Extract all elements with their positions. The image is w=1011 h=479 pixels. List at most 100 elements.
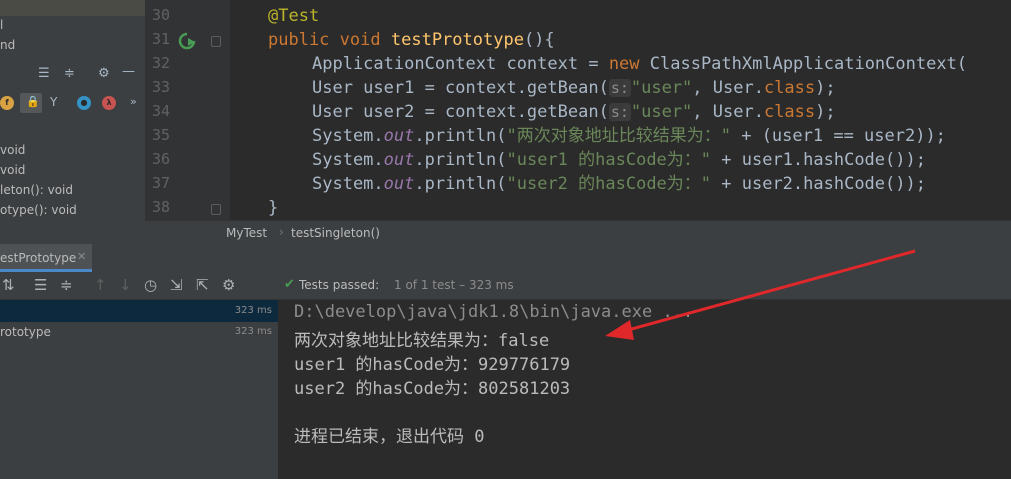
code-token: + user2.hashCode()); — [711, 174, 926, 194]
check-icon: ✔ — [284, 277, 295, 292]
next-failed-icon[interactable]: ↓ — [119, 276, 132, 294]
method-name: testPrototype — [390, 30, 524, 50]
test-duration: 323 ms — [234, 326, 272, 337]
line-number: 36 — [151, 150, 170, 168]
string-token: "user2 的hasCode为：" — [506, 174, 712, 194]
breadcrumb-class[interactable]: MyTest — [226, 226, 267, 240]
code-token: } — [268, 198, 279, 218]
structure-header-band — [0, 0, 145, 16]
test-results-tree: 323 ms rototype 323 ms — [0, 300, 279, 479]
more-icon[interactable]: » — [130, 95, 137, 108]
keyword-token: public — [268, 30, 330, 50]
code-line-38: } — [268, 196, 278, 220]
expand-all-icon[interactable]: ☰ — [38, 66, 50, 81]
fold-marker-icon[interactable] — [211, 204, 221, 215]
string-token: "两次对象地址比较结果为：" — [506, 126, 731, 146]
collapse-all-icon[interactable]: ≑ — [60, 276, 73, 294]
structure-top-item[interactable]: l — [0, 18, 3, 32]
code-token: .println( — [414, 150, 507, 170]
sort-icon[interactable]: ⇅ — [2, 276, 15, 294]
console-line: user2 的hasCode为：802581203 — [294, 379, 571, 399]
line-number: 37 — [151, 174, 170, 192]
code-token: .println( — [414, 126, 507, 146]
console-line: 进程已结束，退出代码 0 — [294, 427, 485, 447]
code-token: , User. — [692, 102, 764, 122]
code-token: .println( — [414, 174, 507, 194]
history-icon[interactable]: ◷ — [144, 276, 157, 294]
code-token: System. — [312, 174, 384, 194]
breadcrumb-method[interactable]: testSingleton() — [291, 226, 380, 240]
export-tests-icon[interactable]: ⇱ — [196, 276, 209, 294]
expand-all-icon[interactable]: ☰ — [34, 276, 47, 294]
code-line-36: System.out.println("user1 的hasCode为：" + … — [312, 148, 926, 172]
code-token: ApplicationContext context = — [312, 54, 609, 74]
structure-panel: l nd ☰ ≑ ⚙ — f 🔒 Y ● λ » void void leton… — [0, 0, 145, 244]
tests-status-label: Tests passed: — [299, 278, 380, 292]
fold-marker-icon[interactable] — [211, 36, 221, 47]
code-token: User user1 = context.getBean( — [312, 78, 609, 98]
gear-icon[interactable]: ⚙ — [222, 276, 235, 294]
close-tab-icon[interactable]: ✕ — [77, 250, 86, 263]
parameter-hint: s: — [608, 79, 631, 97]
code-token: + (user1 == user2)); — [730, 126, 946, 146]
structure-item[interactable]: otype(): void — [0, 203, 77, 217]
lambda-icon[interactable]: λ — [102, 96, 116, 110]
code-token: System. — [312, 126, 384, 146]
code-line-32: ApplicationContext context = new ClassPa… — [312, 52, 967, 76]
static-field-token: out — [383, 174, 415, 194]
inheritance-icon[interactable]: Y — [50, 95, 57, 109]
run-toolbar: ⇅ ☰ ≑ ↑ ↓ ◷ ⇲ ⇱ ⚙ ✔ Tests passed: 1 of 1… — [0, 272, 1011, 300]
structure-item[interactable]: void — [0, 143, 25, 157]
line-number: 30 — [151, 6, 170, 24]
code-line-33: User user1 = context.getBean(s: "user", U… — [312, 76, 836, 100]
code-line-31: public void testPrototype(){ — [268, 28, 555, 52]
code-token: ); — [815, 102, 836, 122]
structure-item[interactable]: leton(): void — [0, 183, 73, 197]
code-line-30: @Test — [268, 4, 319, 28]
anonymous-class-icon[interactable]: ● — [77, 96, 91, 110]
import-tests-icon[interactable]: ⇲ — [170, 276, 183, 294]
code-token: ); — [815, 78, 836, 98]
static-field-token: out — [383, 150, 415, 170]
gear-icon[interactable]: ⚙ — [98, 66, 110, 81]
run-test-gutter-icon[interactable] — [177, 31, 199, 51]
structure-item[interactable]: void — [0, 163, 25, 177]
console-output[interactable]: D:\develop\java\jdk1.8\bin\java.exe ... … — [279, 300, 1011, 479]
line-number: 38 — [151, 198, 170, 216]
keyword-token: class — [763, 102, 816, 122]
console-line: user1 的hasCode为：929776179 — [294, 355, 571, 375]
previous-failed-icon[interactable]: ↑ — [94, 276, 107, 294]
field-filter-icon[interactable]: f — [0, 96, 14, 110]
code-token: (){ — [523, 30, 555, 50]
code-token: User user2 = context.getBean( — [312, 102, 609, 122]
run-tab[interactable]: estPrototype ✕ — [0, 244, 92, 272]
structure-top-item[interactable]: nd — [0, 38, 15, 52]
code-token: , User. — [692, 78, 764, 98]
code-token: + user1.hashCode()); — [711, 150, 926, 170]
code-line-34: User user2 = context.getBean(s: "user", U… — [312, 100, 836, 124]
run-tab-label: estPrototype — [0, 251, 77, 265]
run-tool-window-header: estPrototype ✕ — [0, 244, 1011, 273]
line-number: 33 — [151, 78, 170, 96]
lock-filter-button[interactable]: 🔒 — [20, 93, 42, 113]
breadcrumb-separator-icon: › — [279, 225, 284, 239]
annotation-token: @Test — [268, 6, 320, 26]
line-number: 34 — [151, 102, 170, 120]
test-duration: 323 ms — [234, 305, 272, 316]
console-line: D:\develop\java\jdk1.8\bin\java.exe ... — [294, 302, 694, 322]
code-line-35: System.out.println("两次对象地址比较结果为：" + (use… — [312, 124, 946, 148]
tree-row[interactable]: rototype 323 ms — [0, 321, 278, 343]
code-line-37: System.out.println("user2 的hasCode为：" + … — [312, 172, 926, 196]
tree-row-selected[interactable]: 323 ms — [0, 300, 278, 322]
breadcrumb: MyTest › testSingleton() — [145, 220, 1011, 245]
keyword-token: class — [763, 78, 816, 98]
keyword-token: void — [339, 30, 381, 50]
code-token: System. — [312, 150, 384, 170]
line-number: 31 — [151, 30, 170, 48]
code-editor[interactable]: @Test public void testPrototype(){ Appli… — [230, 0, 1011, 220]
minimize-icon[interactable]: — — [122, 64, 135, 79]
keyword-token: new — [608, 54, 640, 74]
collapse-all-icon[interactable]: ≑ — [64, 66, 75, 81]
code-token: ClassPathXmlApplicationContext( — [639, 54, 968, 74]
parameter-hint: s: — [608, 103, 631, 121]
